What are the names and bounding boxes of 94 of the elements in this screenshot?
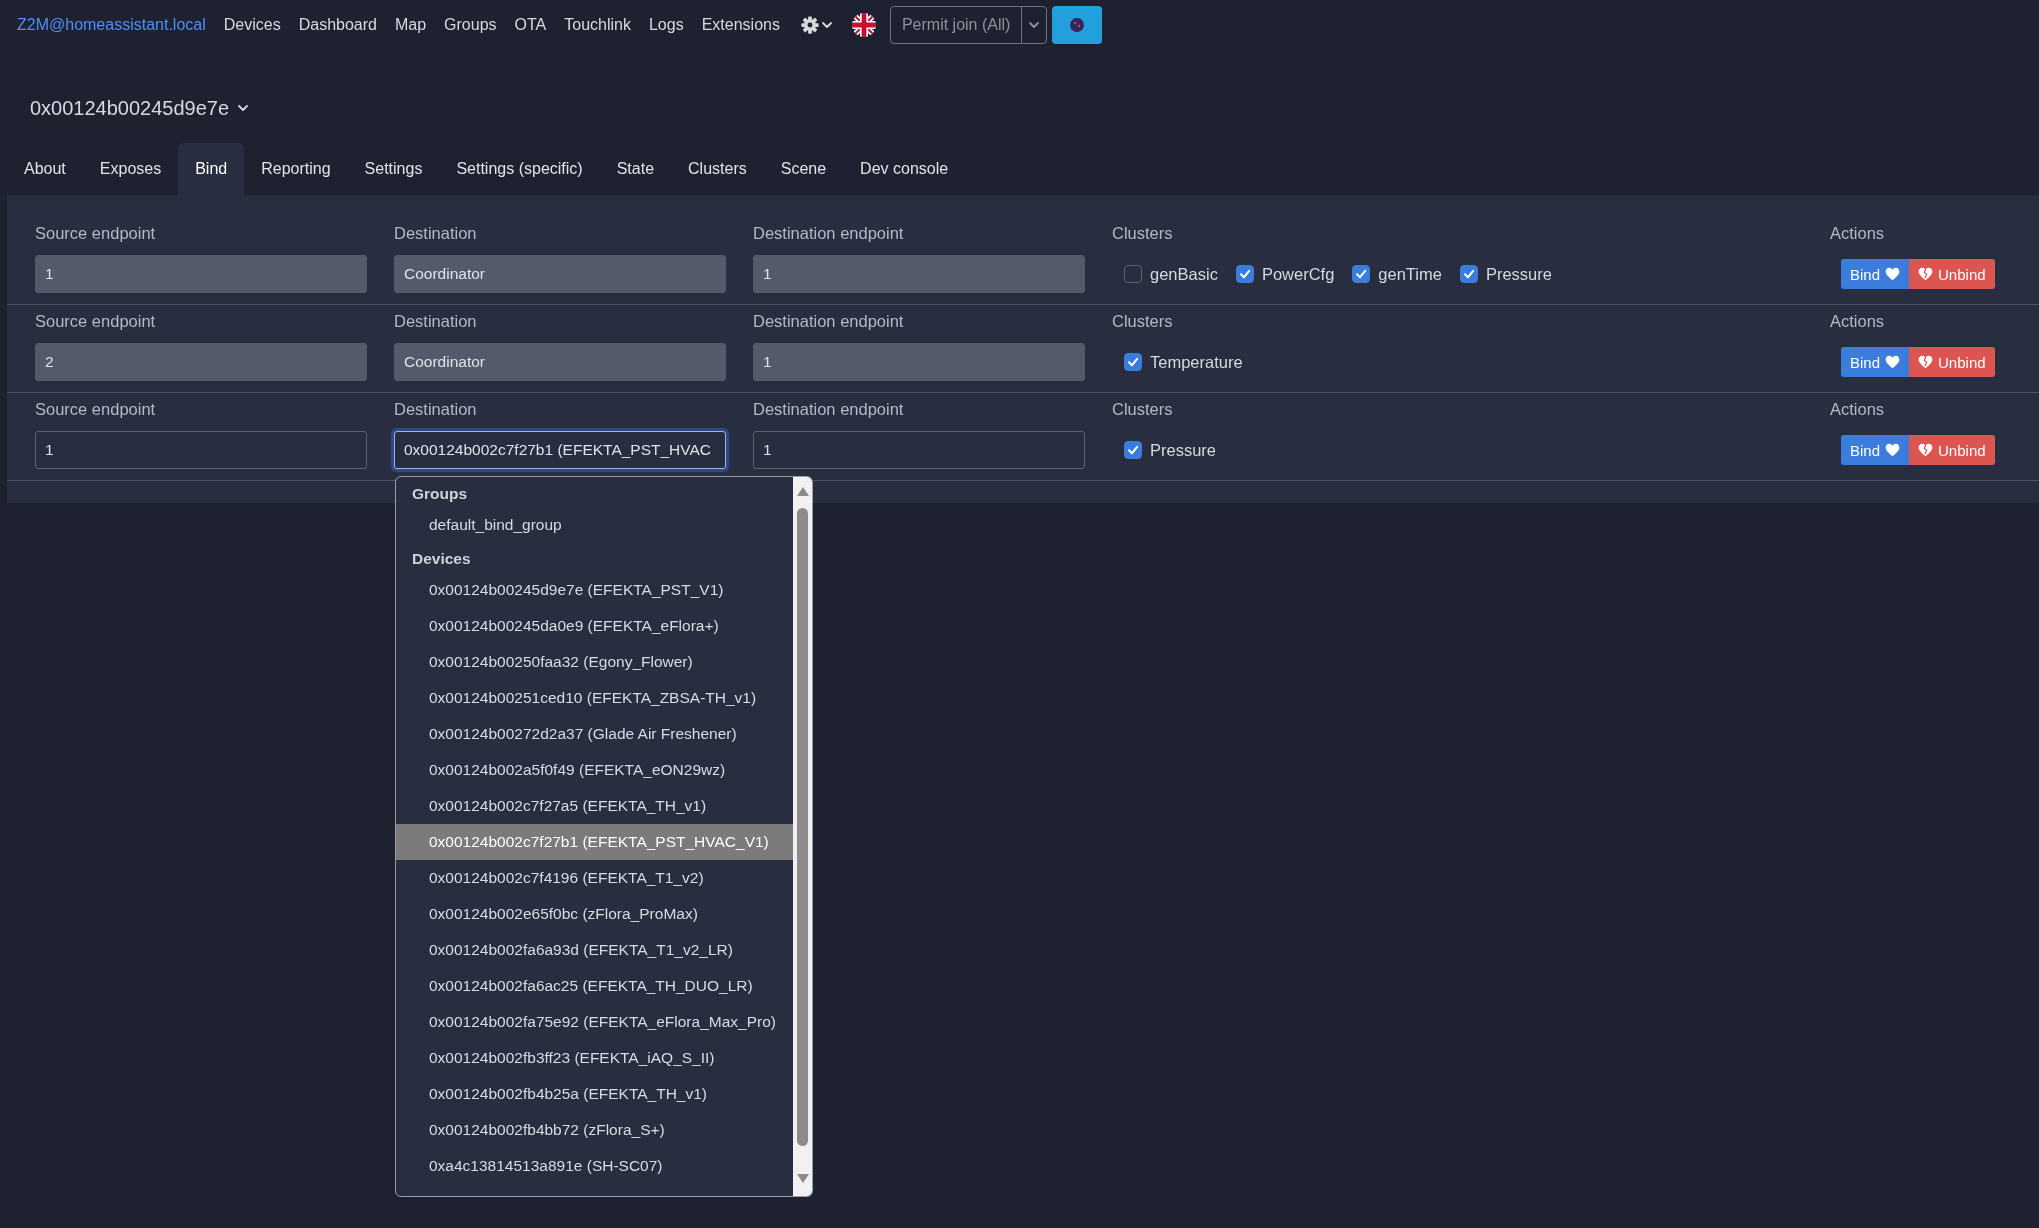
tab[interactable]: Settings (347, 143, 440, 195)
unbind-button[interactable]: Unbind (1909, 259, 1995, 289)
dropdown-option[interactable]: 0x00124b00272d2a37 (Glade Air Freshener) (396, 716, 793, 752)
input-field[interactable]: 0x00124b002c7f27b1 (EFEKTA_PST_HVAC (394, 431, 726, 469)
scrollbar[interactable] (793, 477, 812, 1196)
input-field[interactable]: 1 (35, 431, 367, 469)
arrow-up-icon[interactable] (796, 487, 809, 496)
field-label: Destination endpoint (753, 399, 904, 420)
unbind-button[interactable]: Unbind (1909, 435, 1995, 465)
dropdown-option[interactable]: default_bind_group (396, 507, 793, 543)
tab[interactable]: About (7, 143, 83, 195)
field-label: Source endpoint (35, 223, 156, 244)
tab[interactable]: Clusters (671, 143, 764, 195)
dropdown-option[interactable]: 0x00124b002fa6a93d (EFEKTA_T1_v2_LR) (396, 932, 793, 968)
caret-icon (1029, 22, 1040, 28)
field-label: Clusters (1112, 311, 1173, 332)
chevron-down-icon (238, 105, 249, 111)
checkbox-label: PowerCfg (1261, 264, 1335, 284)
brand-link[interactable]: Z2M@homeassistant.local (17, 16, 215, 34)
broken-heart-icon (1918, 355, 1934, 369)
dropdown-option[interactable]: 0x00124b002fb4b25a (EFEKTA_TH_v1) (396, 1076, 793, 1112)
dropdown-option[interactable]: 0x00124b002c7f27b1 (EFEKTA_PST_HVAC_V1) (396, 824, 793, 860)
field-label: Source endpoint (35, 311, 156, 332)
dropdown-option[interactable]: 0x00124b002fa75e92 (EFEKTA_eFlora_Max_Pro) (396, 1004, 793, 1040)
checkbox[interactable] (1124, 265, 1142, 283)
nav-link[interactable]: Logs (639, 16, 693, 34)
nav-link[interactable]: Extensions (692, 16, 789, 34)
nav-link[interactable]: Map (385, 16, 436, 34)
caret-icon (821, 22, 832, 28)
field-label: Destination endpoint (753, 311, 904, 332)
heart-icon (1885, 355, 1901, 369)
broken-heart-icon (1918, 267, 1934, 281)
arrow-down-icon[interactable] (796, 1174, 809, 1183)
bind-button[interactable]: Bind (1841, 347, 1910, 377)
checkbox-label: Pressure (1150, 440, 1217, 460)
tab[interactable]: Settings (specific) (439, 143, 600, 195)
dropdown-option[interactable]: 0x00124b00250faa32 (Egony_Flower) (396, 644, 793, 680)
field-label: Source endpoint (35, 399, 156, 420)
dropdown-option[interactable]: 0x00124b002fa6ac25 (EFEKTA_TH_DUO_LR) (396, 968, 793, 1004)
bind-button[interactable]: Bind (1841, 259, 1910, 289)
dropdown-option[interactable]: 0x00124b002fb4bb72 (zFlora_S+) (396, 1112, 793, 1148)
nav-link[interactable]: OTA (505, 16, 556, 34)
bind-button[interactable]: Bind (1841, 435, 1910, 465)
nav-link[interactable]: Groups (435, 16, 506, 34)
field-label: Actions (1830, 223, 1885, 244)
group-heading: Groups (411, 484, 469, 504)
checkbox-label: genTime (1378, 264, 1442, 284)
toolbar-button[interactable] (1052, 6, 1103, 44)
tab[interactable]: Exposes (82, 143, 179, 195)
tab[interactable]: Bind (178, 143, 245, 195)
dropdown-list[interactable] (395, 476, 813, 1197)
dropdown-option[interactable]: 0x00124b00245d9e7e (EFEKTA_PST_V1) (396, 572, 793, 608)
nav-link[interactable]: Devices (214, 16, 290, 34)
field-label: Destination (394, 223, 477, 244)
tab[interactable]: Reporting (244, 143, 348, 195)
field-label: Destination endpoint (753, 223, 904, 244)
field-label: Destination (394, 311, 477, 332)
checkbox[interactable] (1124, 441, 1142, 459)
unbind-button[interactable]: Unbind (1909, 347, 1995, 377)
dropdown-option[interactable]: 0x00124b00245da0e9 (EFEKTA_eFlora+) (396, 608, 793, 644)
dropdown-option[interactable]: 0xa4c13814513a891e (SH-SC07) (396, 1148, 793, 1184)
broken-heart-icon (1918, 443, 1934, 457)
nav-link[interactable]: Touchlink (555, 16, 640, 34)
checkbox[interactable] (1235, 265, 1254, 283)
group-heading: Devices (411, 549, 472, 569)
circle-icon (1070, 18, 1085, 32)
checkbox-label: Temperature (1150, 352, 1243, 372)
checkbox[interactable] (1352, 265, 1371, 283)
checkbox[interactable] (1459, 265, 1478, 283)
checkbox[interactable] (1124, 353, 1142, 371)
field-label: Clusters (1112, 223, 1173, 244)
device-select[interactable]: 0x00124b00245d9e7e (30, 93, 249, 123)
dropdown-option[interactable]: 0x00124b002a5f0f49 (EFEKTA_eON29wz) (396, 752, 793, 788)
gear-icon (800, 16, 819, 34)
field-label: Clusters (1112, 399, 1173, 420)
dropdown-option[interactable]: 0x00124b00251ced10 (EFEKTA_ZBSA-TH_v1) (396, 680, 793, 716)
dropdown-option[interactable]: 0x00124b002c7f4196 (EFEKTA_T1_v2) (396, 860, 793, 896)
flag-icon[interactable] (851, 13, 876, 37)
heart-icon (1885, 267, 1901, 281)
dropdown-option[interactable]: 0x00124b002fb3ff23 (EFEKTA_iAQ_S_II) (396, 1040, 793, 1076)
tab[interactable]: Dev console (843, 143, 966, 195)
field-label: Actions (1830, 311, 1885, 332)
scrollbar-thumb[interactable] (797, 508, 808, 1146)
checkbox-label: genBasic (1150, 264, 1218, 284)
input-field[interactable]: 1 (753, 431, 1085, 469)
heart-icon (1885, 443, 1901, 457)
dropdown-option[interactable]: 0x00124b002e65f0bc (zFlora_ProMax) (396, 896, 793, 932)
checkbox-label: Pressure (1485, 264, 1552, 284)
dropdown-option[interactable]: 0x00124b002c7f27a5 (EFEKTA_TH_v1) (396, 788, 793, 824)
tab[interactable]: Scene (763, 143, 844, 195)
field-label: Actions (1830, 399, 1885, 420)
nav-link[interactable]: Dashboard (289, 16, 386, 34)
tab[interactable]: State (599, 143, 672, 195)
field-label: Destination (394, 399, 477, 420)
